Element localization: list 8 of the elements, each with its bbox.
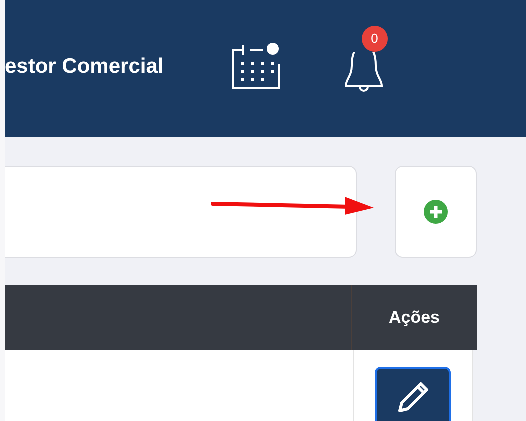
app-title: estor Comercial [5, 54, 164, 80]
plus-icon [423, 199, 449, 225]
edit-button[interactable] [375, 367, 451, 421]
notification-badge: 0 [362, 26, 388, 52]
pencil-icon [396, 381, 430, 415]
calendar-icon[interactable] [230, 42, 282, 92]
column-header: Ações [388, 306, 440, 329]
add-button[interactable] [395, 166, 477, 258]
